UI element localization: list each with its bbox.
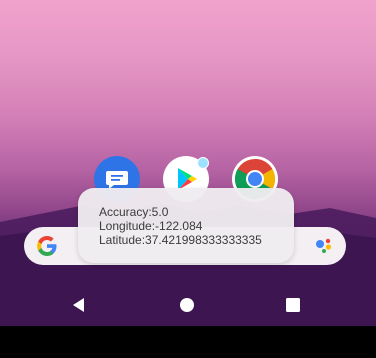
- back-icon[interactable]: [70, 296, 88, 314]
- home-screen: Accuracy:5.0 Longitude:-122.084 Latitude…: [0, 0, 376, 326]
- accuracy-text: Accuracy:5.0: [99, 205, 169, 219]
- assistant-icon[interactable]: [314, 236, 334, 256]
- notification-dot: [197, 157, 209, 169]
- navigation-bar: [0, 284, 376, 326]
- location-toast: Accuracy:5.0 Longitude:-122.084 Latitude…: [78, 188, 294, 263]
- google-g-icon: [37, 236, 57, 256]
- home-icon[interactable]: [178, 296, 196, 314]
- recents-icon[interactable]: [284, 296, 302, 314]
- bottom-black-bar: [0, 326, 376, 358]
- longitude-text: Longitude:-122.084: [99, 219, 203, 233]
- latitude-text: Latitude:37.421998333333335: [99, 233, 262, 247]
